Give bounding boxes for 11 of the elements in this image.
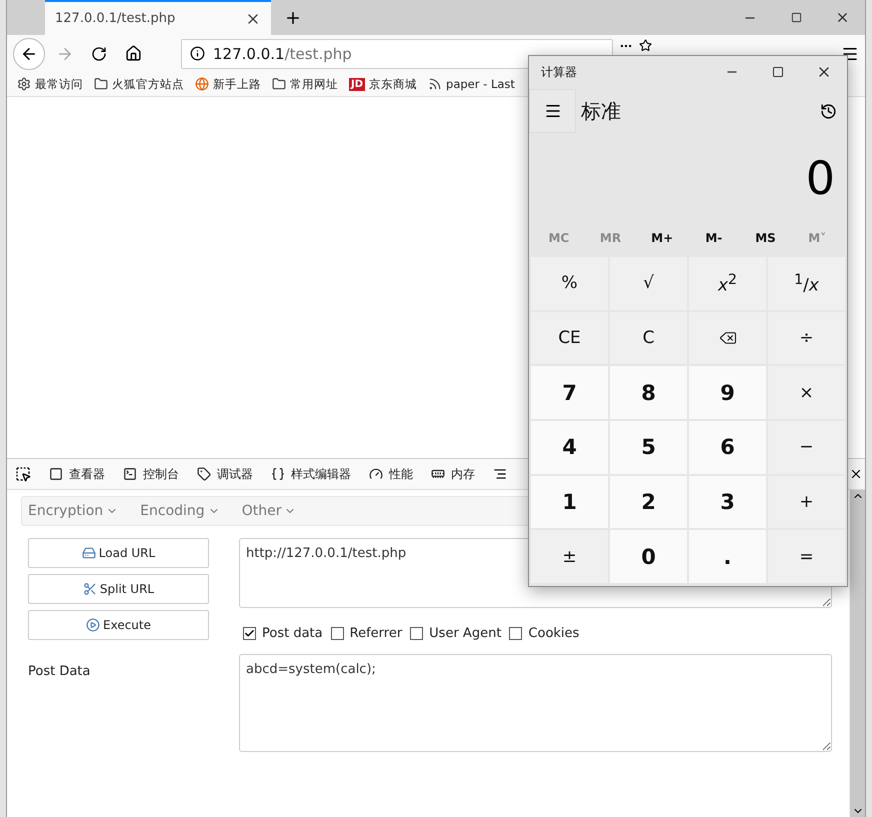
calculator-display: 0	[806, 151, 835, 205]
url-host: 127.0.0.1	[213, 44, 285, 62]
checkbox-label: Cookies	[528, 626, 580, 640]
checkbox-label: Post data	[262, 626, 323, 640]
jd-logo: JD	[349, 78, 366, 90]
checkbox-label: User Agent	[429, 626, 502, 640]
checkbox-label: Referrer	[350, 626, 402, 640]
mode-title: 标准	[581, 98, 622, 124]
tab-title: 127.0.0.1/test.php	[55, 11, 176, 26]
url-path: /test.php	[284, 44, 352, 62]
post-data-label: Post Data	[28, 664, 92, 679]
